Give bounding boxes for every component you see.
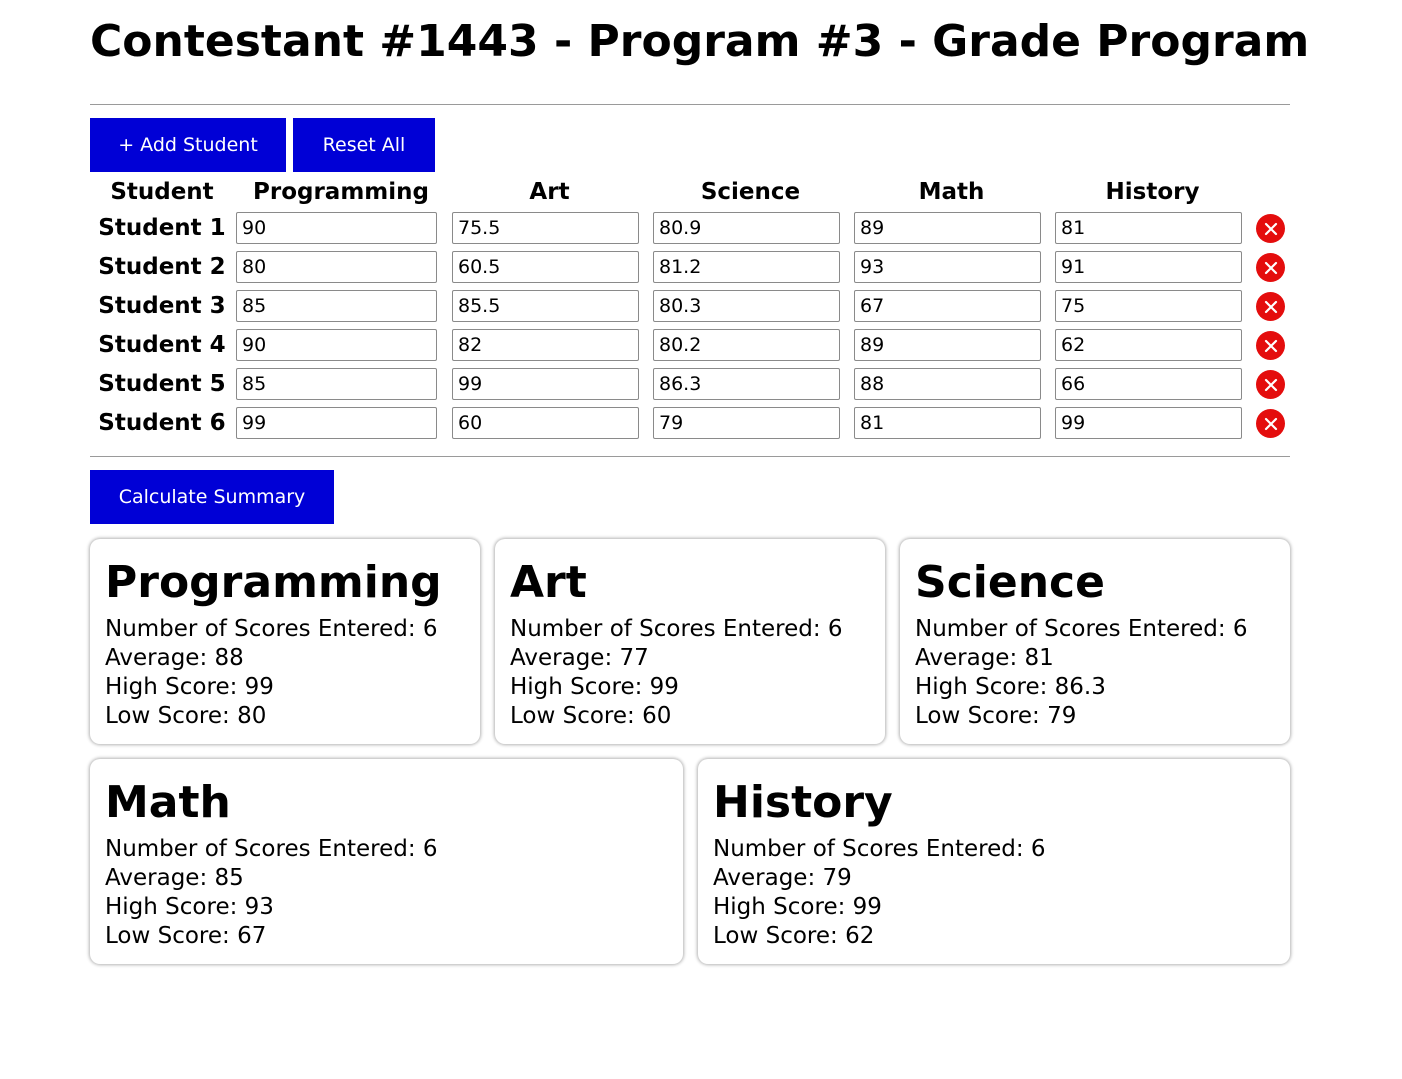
column-header-science: Science (700, 179, 801, 205)
summary-count: Number of Scores Entered: 6 (915, 616, 1248, 642)
close-icon (1264, 261, 1277, 274)
delete-student-button[interactable] (1256, 409, 1285, 438)
score-input-history[interactable] (1055, 329, 1242, 361)
score-input-art[interactable] (452, 290, 639, 322)
summary-high: High Score: 99 (510, 674, 679, 700)
delete-student-button[interactable] (1256, 214, 1285, 243)
summary-card-history: History Number of Scores Entered: 6 Aver… (698, 759, 1290, 964)
summary-title: Art (510, 557, 587, 608)
summary-card-science: Science Number of Scores Entered: 6 Aver… (900, 539, 1290, 744)
summary-high: High Score: 86.3 (915, 674, 1106, 700)
score-input-math[interactable] (854, 290, 1041, 322)
summary-average: Average: 88 (105, 645, 244, 671)
score-input-programming[interactable] (236, 407, 437, 439)
summary-high: High Score: 99 (713, 894, 882, 920)
summary-low: Low Score: 62 (713, 923, 875, 949)
row-label-student: Student 3 (98, 293, 226, 319)
add-student-button[interactable]: + Add Student (90, 118, 286, 172)
delete-student-button[interactable] (1256, 370, 1285, 399)
delete-student-button[interactable] (1256, 331, 1285, 360)
score-input-history[interactable] (1055, 368, 1242, 400)
column-header-history: History (1105, 179, 1200, 205)
close-icon (1264, 378, 1277, 391)
row-label-student: Student 2 (98, 254, 226, 280)
score-input-history[interactable] (1055, 290, 1242, 322)
score-input-programming[interactable] (236, 329, 437, 361)
summary-low: Low Score: 60 (510, 703, 672, 729)
score-input-history[interactable] (1055, 212, 1242, 244)
score-input-science[interactable] (653, 368, 840, 400)
score-input-history[interactable] (1055, 251, 1242, 283)
row-label-student: Student 4 (98, 332, 226, 358)
close-icon (1264, 222, 1277, 235)
summary-average: Average: 79 (713, 865, 852, 891)
close-icon (1264, 339, 1277, 352)
score-input-art[interactable] (452, 212, 639, 244)
row-label-student: Student 5 (98, 371, 226, 397)
summary-title: Programming (105, 557, 442, 608)
score-input-art[interactable] (452, 368, 639, 400)
row-label-student: Student 6 (98, 410, 226, 436)
score-input-science[interactable] (653, 212, 840, 244)
score-input-programming[interactable] (236, 290, 437, 322)
close-icon (1264, 417, 1277, 430)
score-input-math[interactable] (854, 329, 1041, 361)
score-input-programming[interactable] (236, 368, 437, 400)
score-input-history[interactable] (1055, 407, 1242, 439)
delete-student-button[interactable] (1256, 253, 1285, 282)
score-input-programming[interactable] (236, 251, 437, 283)
score-input-science[interactable] (653, 251, 840, 283)
score-input-programming[interactable] (236, 212, 437, 244)
summary-count: Number of Scores Entered: 6 (105, 616, 438, 642)
score-input-art[interactable] (452, 329, 639, 361)
close-icon (1264, 300, 1277, 313)
summary-card-math: Math Number of Scores Entered: 6 Average… (90, 759, 683, 964)
column-header-programming: Programming (253, 179, 429, 205)
score-input-art[interactable] (452, 407, 639, 439)
summary-title: Math (105, 777, 231, 828)
score-input-science[interactable] (653, 329, 840, 361)
score-input-math[interactable] (854, 368, 1041, 400)
grade-program-page: Contestant #1443 - Program #3 - Grade Pr… (0, 0, 1402, 1079)
summary-low: Low Score: 80 (105, 703, 267, 729)
summary-count: Number of Scores Entered: 6 (510, 616, 843, 642)
summary-average: Average: 77 (510, 645, 649, 671)
summary-title: Science (915, 557, 1105, 608)
score-input-math[interactable] (854, 251, 1041, 283)
summary-low: Low Score: 67 (105, 923, 267, 949)
row-label-student: Student 1 (98, 215, 226, 241)
column-header-student: Student (110, 179, 214, 205)
summary-count: Number of Scores Entered: 6 (713, 836, 1046, 862)
summary-title: History (713, 777, 893, 828)
score-input-science[interactable] (653, 407, 840, 439)
score-input-math[interactable] (854, 407, 1041, 439)
calculate-summary-button[interactable]: Calculate Summary (90, 470, 334, 524)
reset-all-button[interactable]: Reset All (293, 118, 435, 172)
score-input-math[interactable] (854, 212, 1041, 244)
score-input-art[interactable] (452, 251, 639, 283)
summary-average: Average: 81 (915, 645, 1054, 671)
summary-low: Low Score: 79 (915, 703, 1077, 729)
summary-high: High Score: 93 (105, 894, 274, 920)
column-header-art: Art (529, 179, 570, 205)
column-header-math: Math (918, 179, 985, 205)
delete-student-button[interactable] (1256, 292, 1285, 321)
summary-high: High Score: 99 (105, 674, 274, 700)
page-title: Contestant #1443 - Program #3 - Grade Pr… (90, 16, 1310, 67)
summary-card-programming: Programming Number of Scores Entered: 6 … (90, 539, 480, 744)
summary-card-art: Art Number of Scores Entered: 6 Average:… (495, 539, 885, 744)
summary-count: Number of Scores Entered: 6 (105, 836, 438, 862)
summary-average: Average: 85 (105, 865, 244, 891)
divider-top (90, 104, 1290, 105)
score-input-science[interactable] (653, 290, 840, 322)
divider-bottom (90, 456, 1290, 457)
